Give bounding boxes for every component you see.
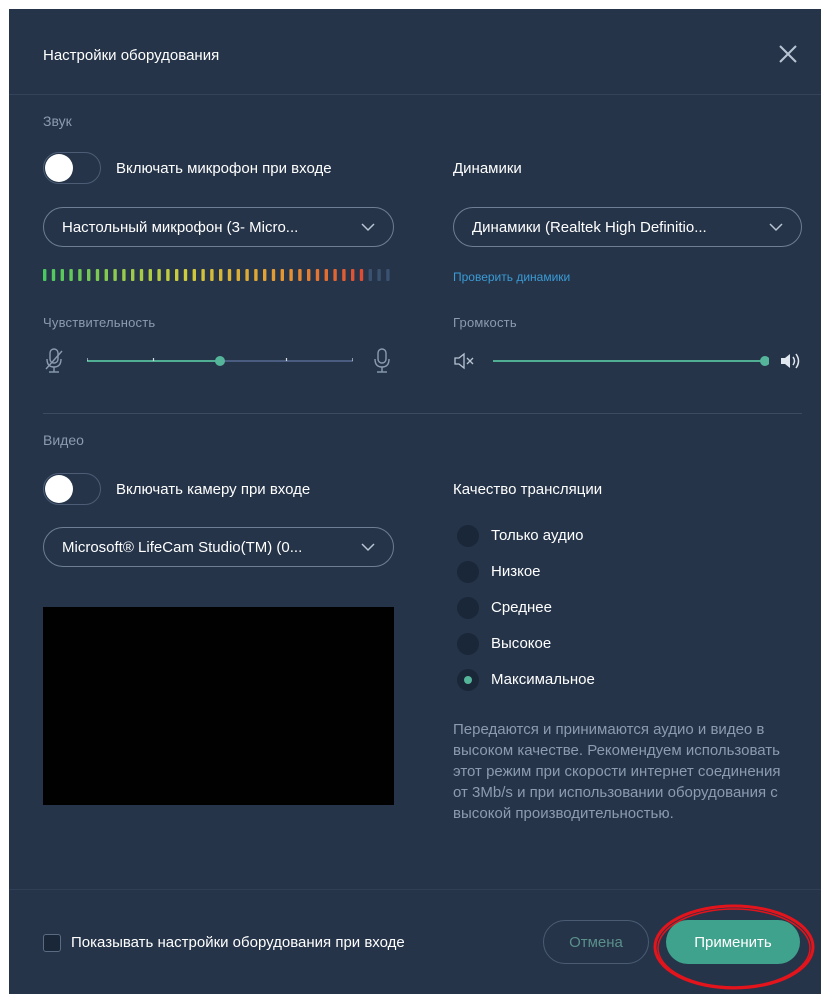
video-section-label: Видео [43,432,84,448]
mic-level-bar [43,269,47,281]
camera-on-join-toggle[interactable] [43,473,101,505]
chevron-down-icon [361,223,375,232]
mic-level-bar [351,269,355,281]
mic-on-join-toggle[interactable] [43,152,101,184]
mic-level-bar [377,269,381,281]
mic-level-bar [87,269,91,281]
camera-select-value: Microsoft® LifeCam Studio(TM) (0... [62,539,303,556]
mic-level-bar [254,269,258,281]
mic-level-bar [104,269,108,281]
radio-button [457,561,479,583]
quality-description: Передаются и принимаются аудио и видео в… [453,721,781,822]
mic-level-bar [245,269,249,281]
sound-section-label: Звук [43,113,72,129]
mic-level-bar [227,269,232,281]
quality-option-label: Высокое [491,635,552,652]
speakers-select-value: Динамики (Realtek High Definitio... [472,219,707,236]
mic-level-bar [210,269,214,281]
mic-level-bar [280,269,284,281]
mic-level-bar [139,269,144,281]
mic-level-bar [236,269,240,281]
mic-level-bar [122,269,126,281]
mic-level-bar [131,269,135,281]
speaker-muted-icon [454,352,474,370]
mic-level-bar [60,269,64,281]
mic-level-bar [324,269,328,281]
mic-level-bar [183,269,188,281]
radio-button [457,525,479,547]
cancel-button[interactable]: Отмена [543,920,649,964]
toggle-knob [45,475,73,503]
show-settings-checkbox[interactable] [43,934,61,952]
mic-level-bar [219,269,223,281]
camera-on-join-label: Включать камеру при входе [116,481,311,498]
volume-slider[interactable] [493,352,770,370]
mic-level-bar [95,269,100,281]
hardware-settings-dialog: Настройки оборудования Звук Включать мик… [9,9,821,994]
mic-level-bar [315,269,320,281]
volume-label: Громкость [453,315,517,330]
radio-button-checked [457,669,479,691]
slider-knob[interactable] [760,356,770,366]
camera-select[interactable]: Microsoft® LifeCam Studio(TM) (0... [43,527,394,567]
radio-button [457,633,479,655]
mic-level-bar [263,269,267,281]
chevron-down-icon [361,543,375,552]
test-speakers-link[interactable]: Проверить динамики [453,270,570,284]
quality-option-label: Только аудио [491,527,584,544]
volume-track [493,356,770,366]
apply-button[interactable]: Применить [666,920,800,964]
mic-level-bar [157,269,161,281]
quality-option-label: Среднее [491,599,552,616]
speaker-loud-icon [781,353,800,369]
radio-button [457,597,479,619]
mic-level-bar [271,269,276,281]
sensitivity-track [86,356,354,366]
mic-level-bar [166,269,170,281]
mic-level-bar [51,269,56,281]
speakers-label: Динамики [453,160,522,177]
camera-preview [43,607,394,805]
sensitivity-label: Чувствительность [43,315,156,330]
mic-level-bar [201,269,205,281]
dialog-header: Настройки оборудования [9,9,821,95]
mic-icon [374,348,390,373]
mic-level-bar [78,269,82,281]
chevron-down-icon [769,223,783,232]
show-settings-label: Показывать настройки оборудования при вх… [71,934,405,951]
mic-muted-icon [45,348,63,373]
microphone-select[interactable]: Настольный микрофон (3- Micro... [43,207,394,247]
sensitivity-slider[interactable] [86,352,354,370]
speakers-select[interactable]: Динамики (Realtek High Definitio... [453,207,802,247]
footer-divider [9,889,821,890]
mic-level-bar [298,269,302,281]
mic-level-bar [175,269,179,281]
quality-label: Качество трансляции [453,481,603,498]
section-divider [43,413,802,414]
mic-level-bar [289,269,293,281]
mic-level-meter [43,269,390,281]
mic-level-bar [307,269,311,281]
quality-option-label: Максимальное [491,671,595,688]
close-icon[interactable] [775,41,801,67]
toggle-knob [45,154,73,182]
mic-level-bar [113,269,117,281]
mic-level-bar [333,269,337,281]
mic-level-bar [359,269,364,281]
mic-level-bar [192,269,196,281]
mic-level-bar [69,269,73,281]
mic-on-join-label: Включать микрофон при входе [116,160,332,177]
mic-level-bar [368,269,372,281]
slider-knob[interactable] [215,356,225,366]
quality-option-label: Низкое [491,563,541,580]
microphone-select-value: Настольный микрофон (3- Micro... [62,219,299,236]
mic-level-bar [342,269,346,281]
mic-level-bar [386,269,390,281]
dialog-title: Настройки оборудования [43,47,220,64]
mic-level-bar [148,269,152,281]
